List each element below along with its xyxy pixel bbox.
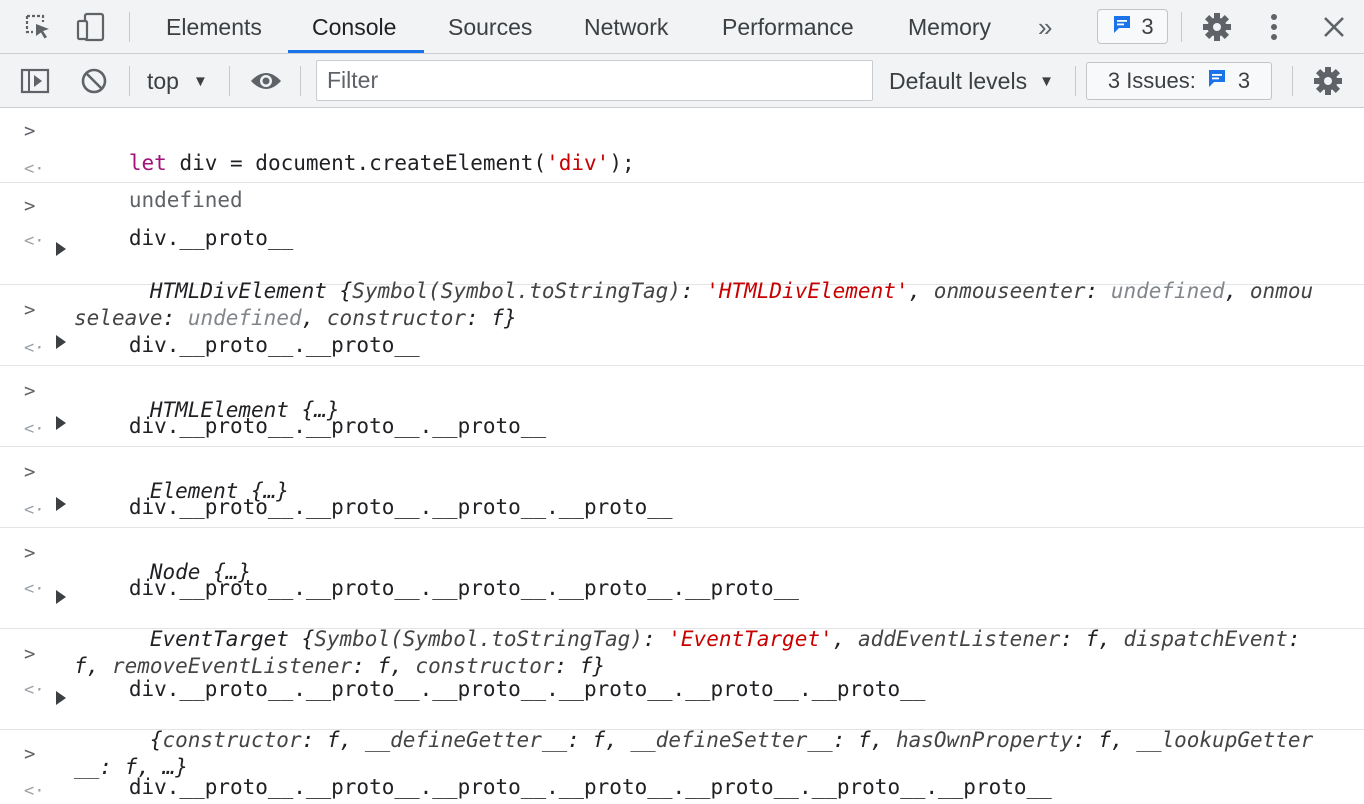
- object-preview[interactable]: <· HTMLDivElement {Symbol(Symbol.toStrin…: [0, 220, 1364, 330]
- context-label: top: [147, 67, 179, 94]
- console-result-line: <·null: [0, 768, 1364, 802]
- input-prompt-icon: >: [24, 643, 36, 665]
- toolbar-divider: [1075, 66, 1076, 96]
- issues-badge-count: 3: [1141, 13, 1154, 39]
- close-icon[interactable]: [1320, 0, 1348, 54]
- device-toolbar-icon[interactable]: [74, 0, 108, 54]
- toolbar-divider: [1181, 12, 1182, 42]
- toolbar-divider: [129, 66, 130, 96]
- message-icon: [1206, 67, 1228, 95]
- live-expression-eye-icon[interactable]: [249, 54, 283, 108]
- issues-button-count: 3: [1237, 68, 1251, 93]
- tab-memory[interactable]: Memory: [906, 0, 993, 54]
- active-tab-indicator: [288, 50, 424, 53]
- issues-button-label: 3 Issues:: [1107, 68, 1196, 93]
- more-tabs-icon[interactable]: »: [1036, 0, 1054, 54]
- console-input-line: > div.__proto__: [0, 183, 1364, 250]
- input-prompt-icon: >: [24, 542, 36, 564]
- expand-triangle-icon[interactable]: [56, 335, 66, 349]
- tab-elements[interactable]: Elements: [164, 0, 264, 54]
- console-entry: > div.__proto__.__proto__ <· HTMLElement …: [0, 285, 1364, 422]
- toolbar-divider: [129, 12, 130, 42]
- issues-button[interactable]: 3 Issues: 3: [1086, 62, 1272, 100]
- toolbar-divider: [1292, 66, 1293, 96]
- console-input-line: > div.__proto__.__proto__.__proto__: [0, 366, 1364, 438]
- expand-triangle-icon[interactable]: [56, 242, 66, 256]
- object-preview[interactable]: <· Element {…}: [0, 406, 1364, 503]
- console-entry: > div.__proto__.__proto__.__proto__.__pro…: [0, 528, 1364, 678]
- result-arrow-icon: <·: [24, 231, 45, 251]
- devtools-tabbar: Elements Console Sources Network Perform…: [0, 0, 1364, 54]
- result-arrow-icon: <·: [24, 500, 45, 520]
- expand-triangle-icon[interactable]: [56, 590, 66, 604]
- tab-sources[interactable]: Sources: [446, 0, 534, 54]
- toolbar-divider: [300, 66, 301, 96]
- inspect-element-icon[interactable]: [22, 0, 54, 54]
- result-arrow-icon: <·: [24, 579, 45, 599]
- more-options-icon[interactable]: [1262, 0, 1286, 54]
- object-preview[interactable]: <· {constructor: f, __defineGetter__: f,…: [0, 669, 1364, 779]
- object-preview[interactable]: <· Node {…}: [0, 487, 1364, 584]
- log-levels-dropdown[interactable]: Default levels ▼: [889, 54, 1054, 108]
- dropdown-caret-icon: ▼: [1039, 72, 1054, 90]
- context-selector[interactable]: top ▼: [147, 54, 208, 108]
- log-levels-label: Default levels: [889, 67, 1028, 94]
- settings-gear-icon[interactable]: [1201, 0, 1233, 54]
- filter-input[interactable]: [316, 60, 873, 101]
- input-prompt-icon: >: [24, 380, 36, 402]
- console-entry: > div.__proto__.__proto__.__proto__.__pro…: [0, 730, 1364, 802]
- message-icon: [1111, 13, 1133, 41]
- console-input-line: > let div = document.createElement('div')…: [0, 108, 1364, 175]
- console-input-line: > div.__proto__.__proto__.__proto__.__pro…: [0, 730, 1364, 799]
- console-entry: > div.__proto__.__proto__.__proto__.__pro…: [0, 629, 1364, 779]
- tab-console[interactable]: Console: [310, 0, 398, 54]
- console-input-line: > div.__proto__.__proto__.__proto__.__pro…: [0, 447, 1364, 519]
- expand-triangle-icon[interactable]: [56, 691, 66, 705]
- issues-badge[interactable]: 3: [1097, 9, 1168, 44]
- console-entry: > div.__proto__ <· HTMLDivElement {Symbol…: [0, 183, 1364, 330]
- console-input-line: > div.__proto__.__proto__: [0, 285, 1364, 357]
- input-prompt-icon: >: [24, 461, 36, 483]
- object-preview[interactable]: <· HTMLElement {…}: [0, 325, 1364, 422]
- object-preview[interactable]: <· EventTarget {Symbol(Symbol.toStringTa…: [0, 568, 1364, 678]
- console-output[interactable]: > let div = document.createElement('div')…: [0, 108, 1364, 804]
- show-sidebar-icon[interactable]: [20, 54, 50, 108]
- console-settings-gear-icon[interactable]: [1313, 54, 1343, 108]
- console-input-line: > div.__proto__.__proto__.__proto__.__pro…: [0, 528, 1364, 600]
- console-entry: > div.__proto__.__proto__.__proto__.__pro…: [0, 447, 1364, 584]
- console-input-line: > div.__proto__.__proto__.__proto__.__pro…: [0, 629, 1364, 701]
- result-arrow-icon: <·: [24, 338, 45, 358]
- console-toolbar: top ▼ Default levels ▼ 3 Issues: 3: [0, 54, 1364, 108]
- dropdown-caret-icon: ▼: [192, 72, 208, 90]
- clear-console-icon[interactable]: [80, 54, 108, 108]
- console-entry: > let div = document.createElement('div')…: [0, 108, 1364, 212]
- console-entry: > div.__proto__.__proto__.__proto__ <· El…: [0, 366, 1364, 503]
- result-arrow-icon: <·: [24, 680, 45, 700]
- expand-triangle-icon[interactable]: [56, 497, 66, 511]
- tab-network[interactable]: Network: [582, 0, 670, 54]
- result-arrow-icon: <·: [24, 419, 45, 439]
- console-result-line: <· undefined: [0, 145, 1364, 212]
- result-arrow-icon: <·: [24, 781, 45, 801]
- expand-triangle-icon[interactable]: [56, 416, 66, 430]
- toolbar-divider: [229, 66, 230, 96]
- input-prompt-icon: >: [24, 299, 36, 321]
- tab-performance[interactable]: Performance: [720, 0, 856, 54]
